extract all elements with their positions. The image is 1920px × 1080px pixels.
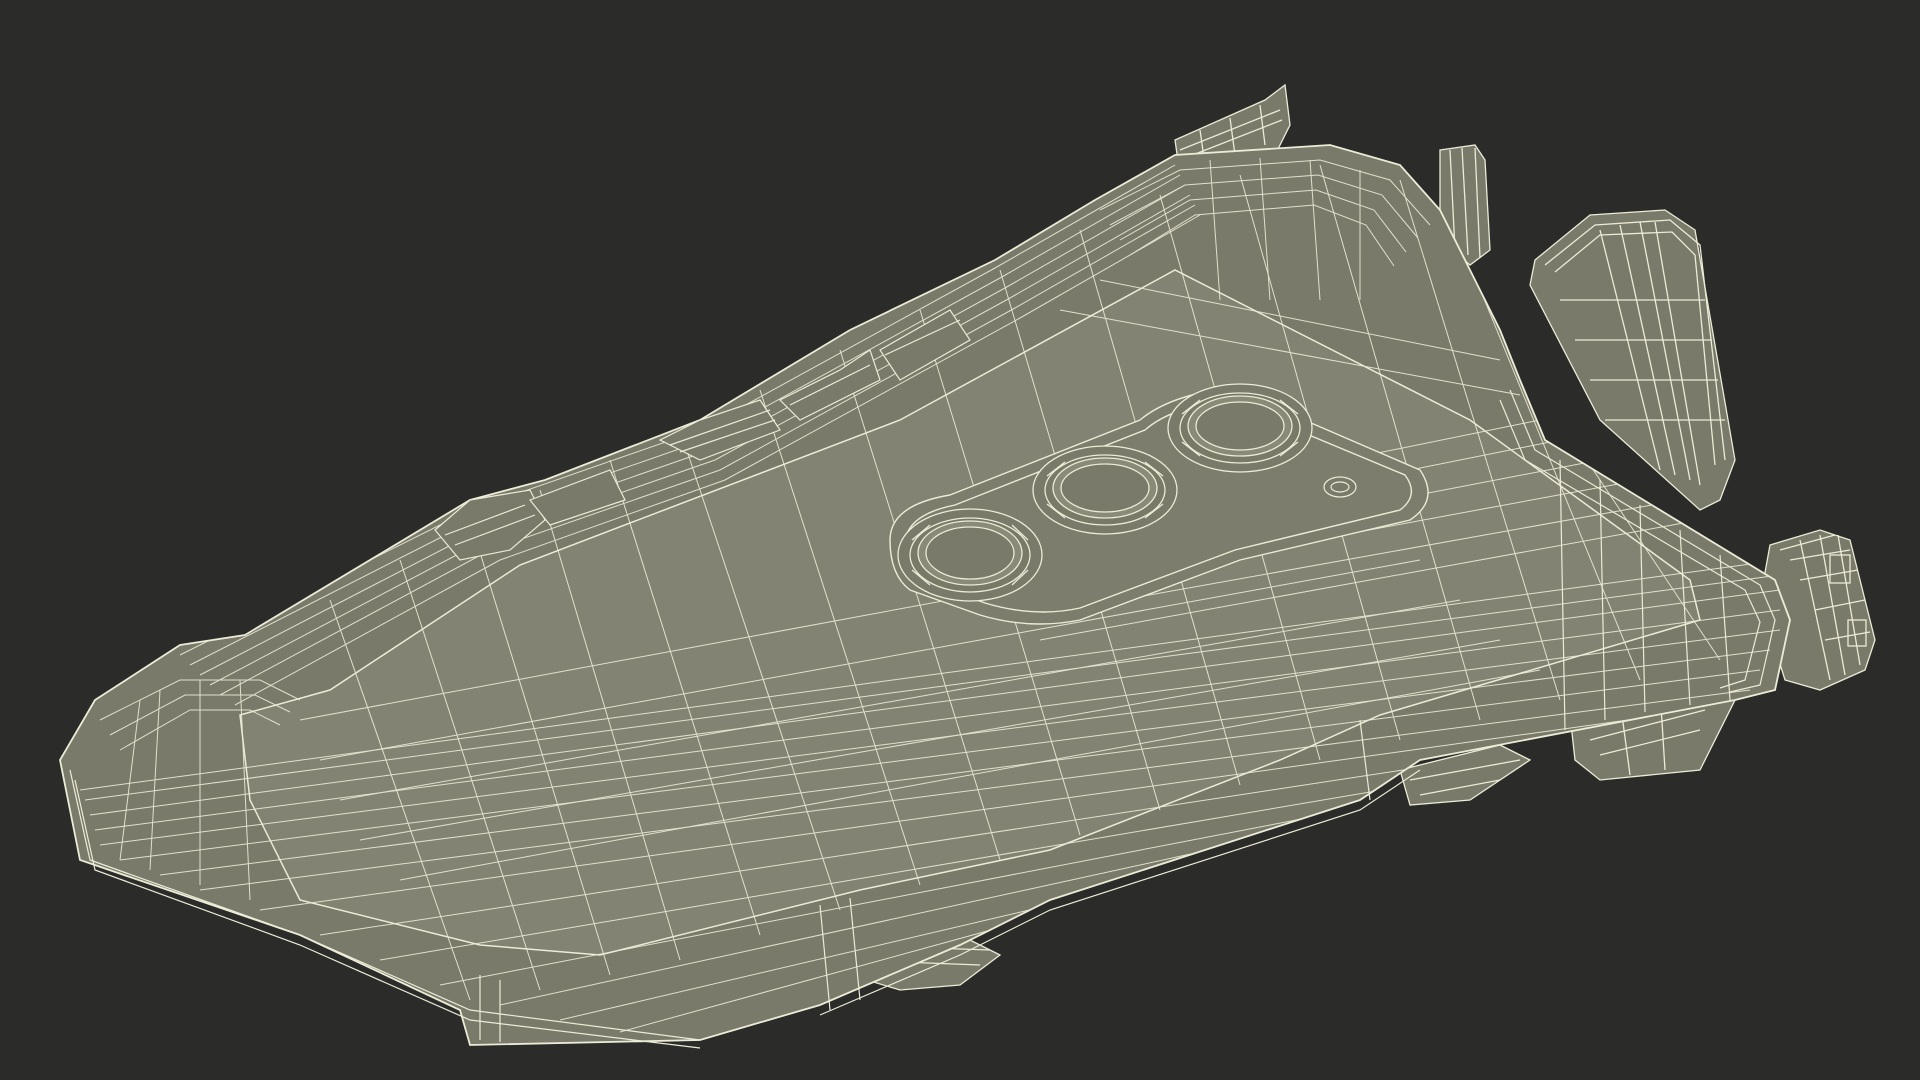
camera-lens-3: [1167, 383, 1313, 473]
camera-lens-1: [897, 508, 1043, 602]
flash-dot: [1323, 476, 1357, 498]
wireframe-model: [59, 83, 1876, 1049]
camera-lens-2: [1032, 445, 1178, 535]
render-viewport: [0, 0, 1920, 1080]
